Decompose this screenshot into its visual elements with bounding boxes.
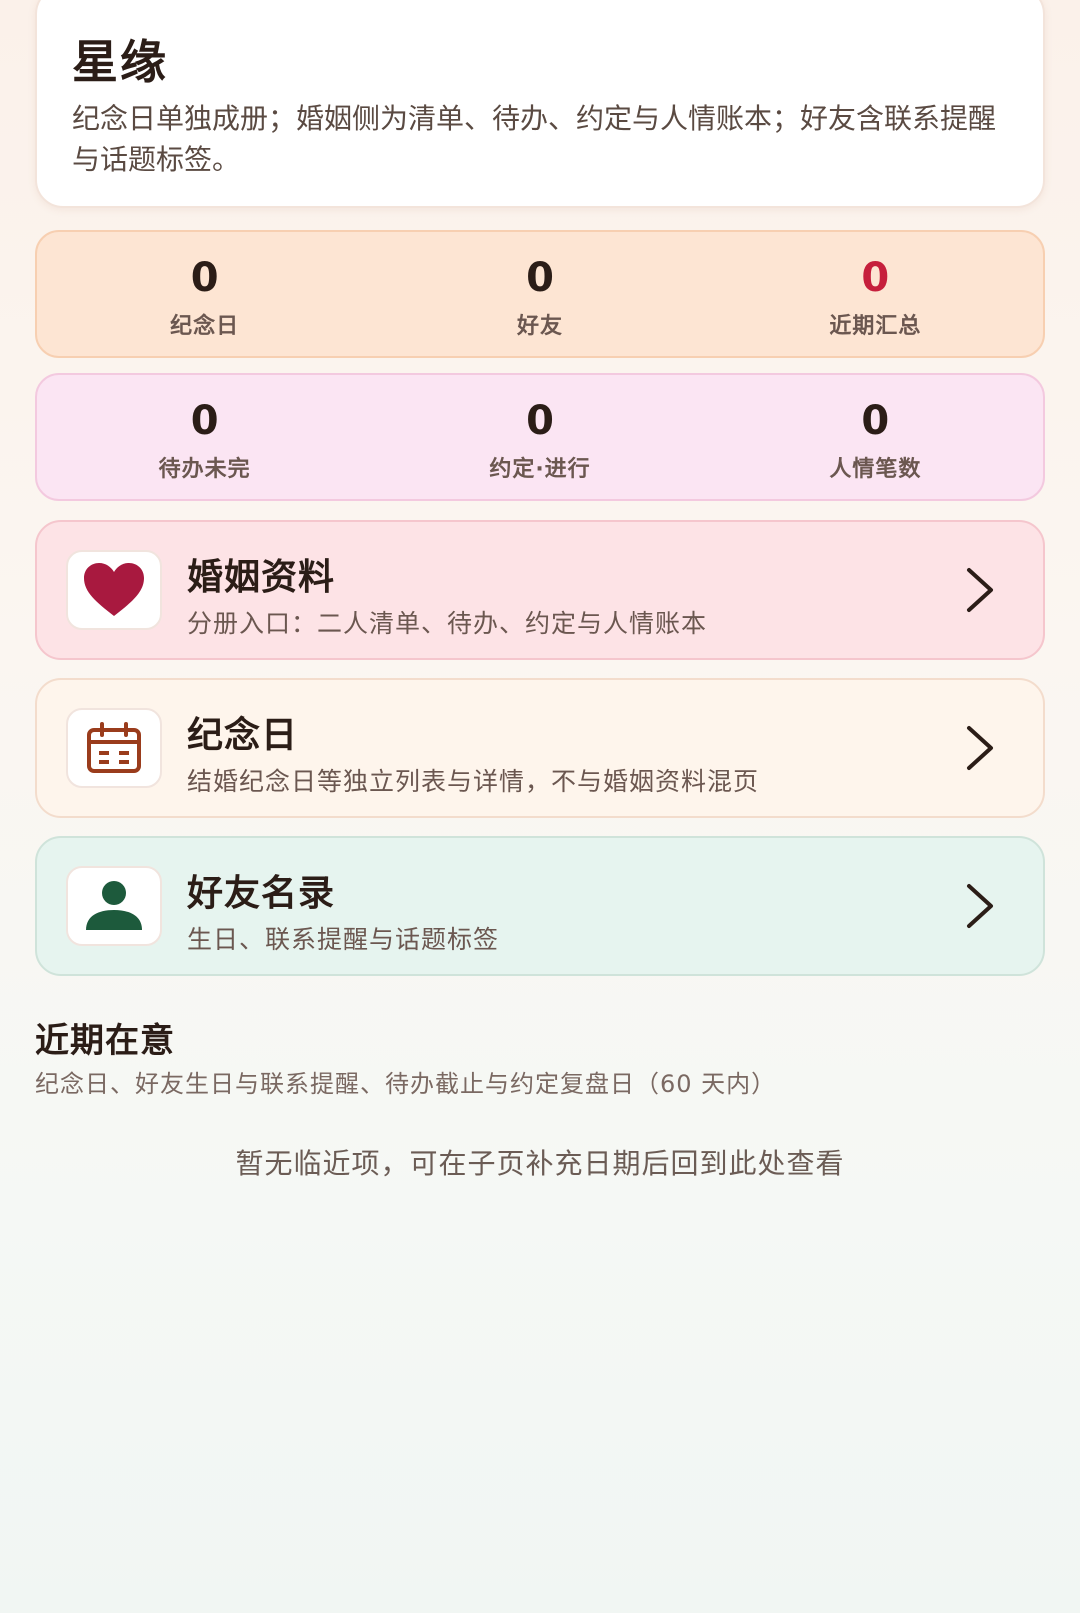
stat-anniversaries: 0 纪念日	[37, 232, 372, 356]
chevron-right-icon	[967, 568, 993, 612]
nav-desc: 结婚纪念日等独立列表与详情，不与婚姻资料混页	[187, 767, 760, 796]
header-card: 星缘 纪念日单独成册；婚姻侧为清单、待办、约定与人情账本；好友含联系提醒与话题标…	[35, 0, 1045, 208]
section-desc-recent: 纪念日、好友生日与联系提醒、待办截止与约定复盘日（60 天内）	[35, 1070, 777, 1098]
nav-title: 婚姻资料	[187, 557, 336, 598]
stat-value: 0	[526, 255, 554, 301]
stat-value: 0	[190, 398, 219, 444]
stat-recent-total: 0 近期汇总	[708, 232, 1043, 356]
stat-value: 0	[861, 398, 890, 444]
app-subtitle: 纪念日单独成册；婚姻侧为清单、待办、约定与人情账本；好友含联系提醒与话题标签。	[72, 102, 997, 176]
stat-value: 0	[190, 255, 219, 301]
stat-label: 近期汇总	[829, 314, 922, 339]
stat-label: 纪念日	[170, 314, 240, 339]
nav-desc: 生日、联系提醒与话题标签	[187, 925, 500, 954]
stats-row-summary: 0 纪念日 0 好友 0 近期汇总	[35, 230, 1045, 358]
stat-label: 好友	[516, 314, 563, 339]
stat-gift-records: 0 人情笔数	[708, 375, 1043, 499]
stats-row-marriage: 0 待办未完 0 约定·进行 0 人情笔数	[35, 373, 1045, 501]
stat-value: 0	[861, 255, 890, 301]
app-title: 星缘	[72, 35, 168, 89]
icon-box	[66, 550, 162, 630]
calendar-icon	[87, 722, 141, 773]
stat-todos-open: 0 待办未完	[37, 375, 372, 499]
stat-label: 人情笔数	[829, 457, 922, 482]
section-title-recent: 近期在意	[35, 1021, 175, 1061]
chevron-right-icon	[967, 884, 993, 928]
icon-box	[66, 866, 162, 946]
chevron-right-icon	[967, 726, 993, 770]
person-icon	[86, 881, 142, 930]
nav-card-friends[interactable]: 好友名录 生日、联系提醒与话题标签	[35, 836, 1045, 976]
empty-state-text: 暂无临近项，可在子页补充日期后回到此处查看	[235, 1147, 845, 1180]
stat-label: 待办未完	[158, 457, 251, 482]
nav-title: 好友名录	[187, 873, 336, 914]
heart-icon	[84, 563, 144, 616]
icon-box	[66, 708, 162, 788]
nav-card-marriage[interactable]: 婚姻资料 分册入口：二人清单、待办、约定与人情账本	[35, 520, 1045, 660]
stat-label: 约定·进行	[489, 457, 591, 482]
nav-title: 纪念日	[187, 715, 299, 756]
nav-desc: 分册入口：二人清单、待办、约定与人情账本	[187, 609, 708, 638]
stat-value: 0	[526, 398, 554, 444]
stat-agreements-active: 0 约定·进行	[372, 375, 707, 499]
nav-card-anniversary[interactable]: 纪念日 结婚纪念日等独立列表与详情，不与婚姻资料混页	[35, 678, 1045, 818]
stat-friends: 0 好友	[372, 232, 707, 356]
